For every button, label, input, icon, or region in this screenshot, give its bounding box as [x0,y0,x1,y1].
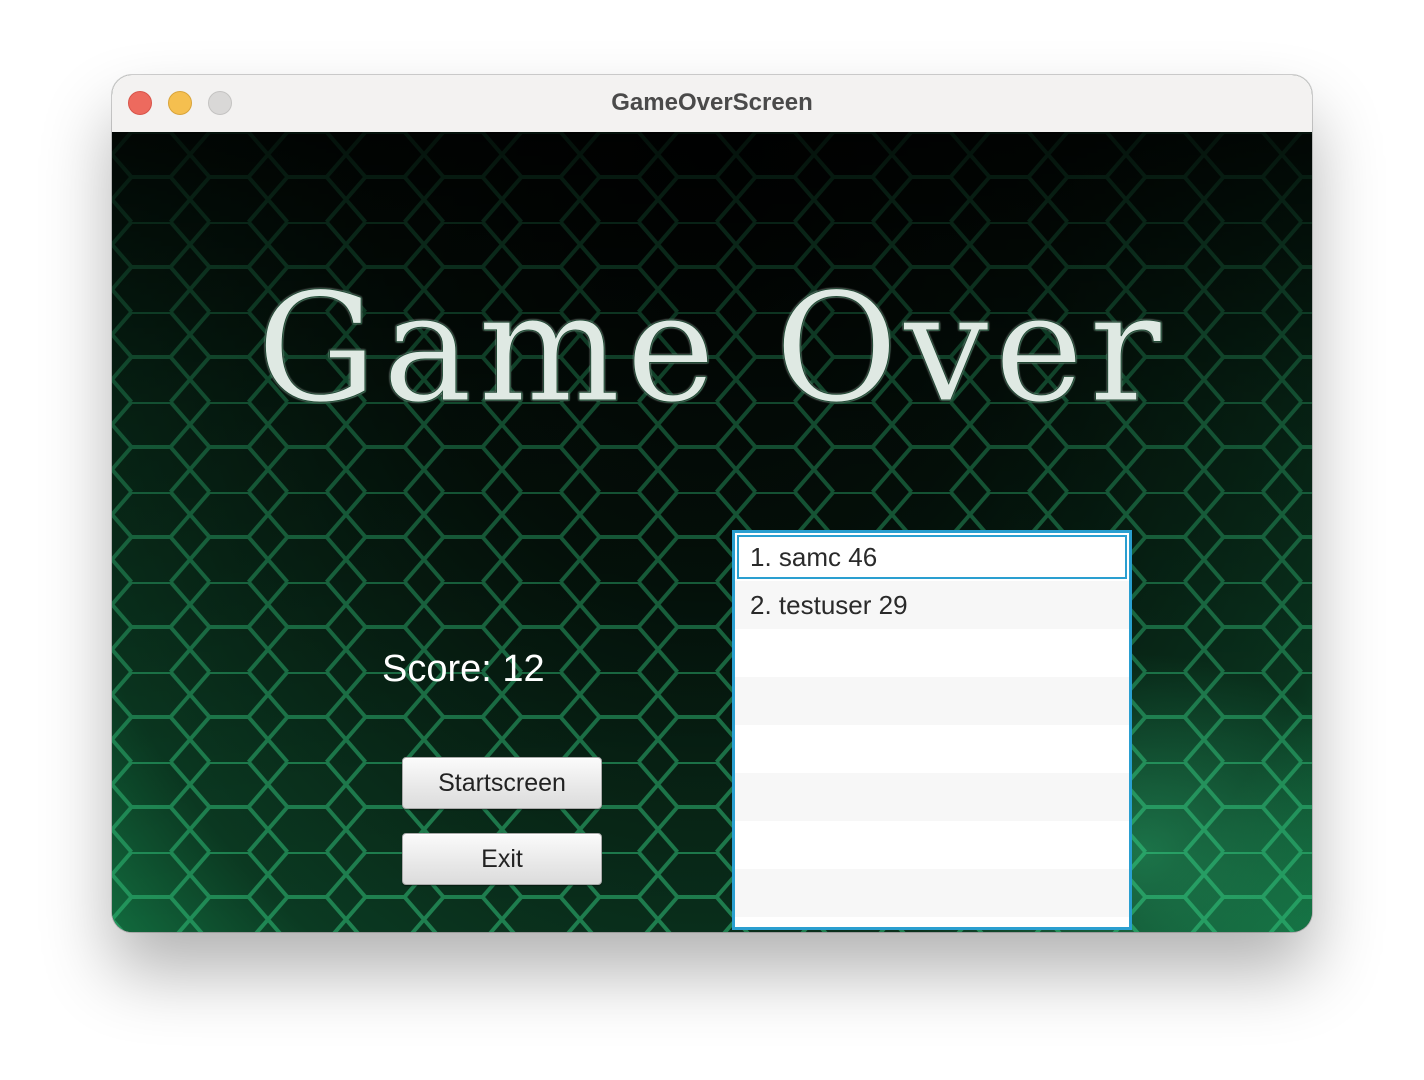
leaderboard-row[interactable] [735,773,1129,821]
leaderboard-row[interactable]: 2. testuser 29 [735,581,1129,629]
desktop: GameOverScreen Game Over Score: 12 Start… [0,0,1424,1080]
exit-button[interactable]: Exit [402,833,602,885]
game-over-panel: Game Over Score: 12 Startscreen Exit 1. … [112,132,1312,932]
leaderboard-row[interactable] [735,677,1129,725]
startscreen-button[interactable]: Startscreen [402,757,602,809]
leaderboard-list[interactable]: 1. samc 46 2. testuser 29 [732,530,1132,930]
score-label: Score: 12 [382,648,545,690]
game-over-heading: Game Over [256,262,1168,437]
leaderboard-row[interactable] [735,821,1129,869]
leaderboard-row[interactable]: 1. samc 46 [735,533,1129,581]
leaderboard-row[interactable] [735,869,1129,917]
leaderboard-row[interactable] [735,725,1129,773]
window-title: GameOverScreen [611,89,813,116]
title-bar[interactable]: GameOverScreen [112,75,1312,133]
leaderboard-row[interactable] [735,629,1129,677]
app-window: GameOverScreen Game Over Score: 12 Start… [112,75,1312,932]
